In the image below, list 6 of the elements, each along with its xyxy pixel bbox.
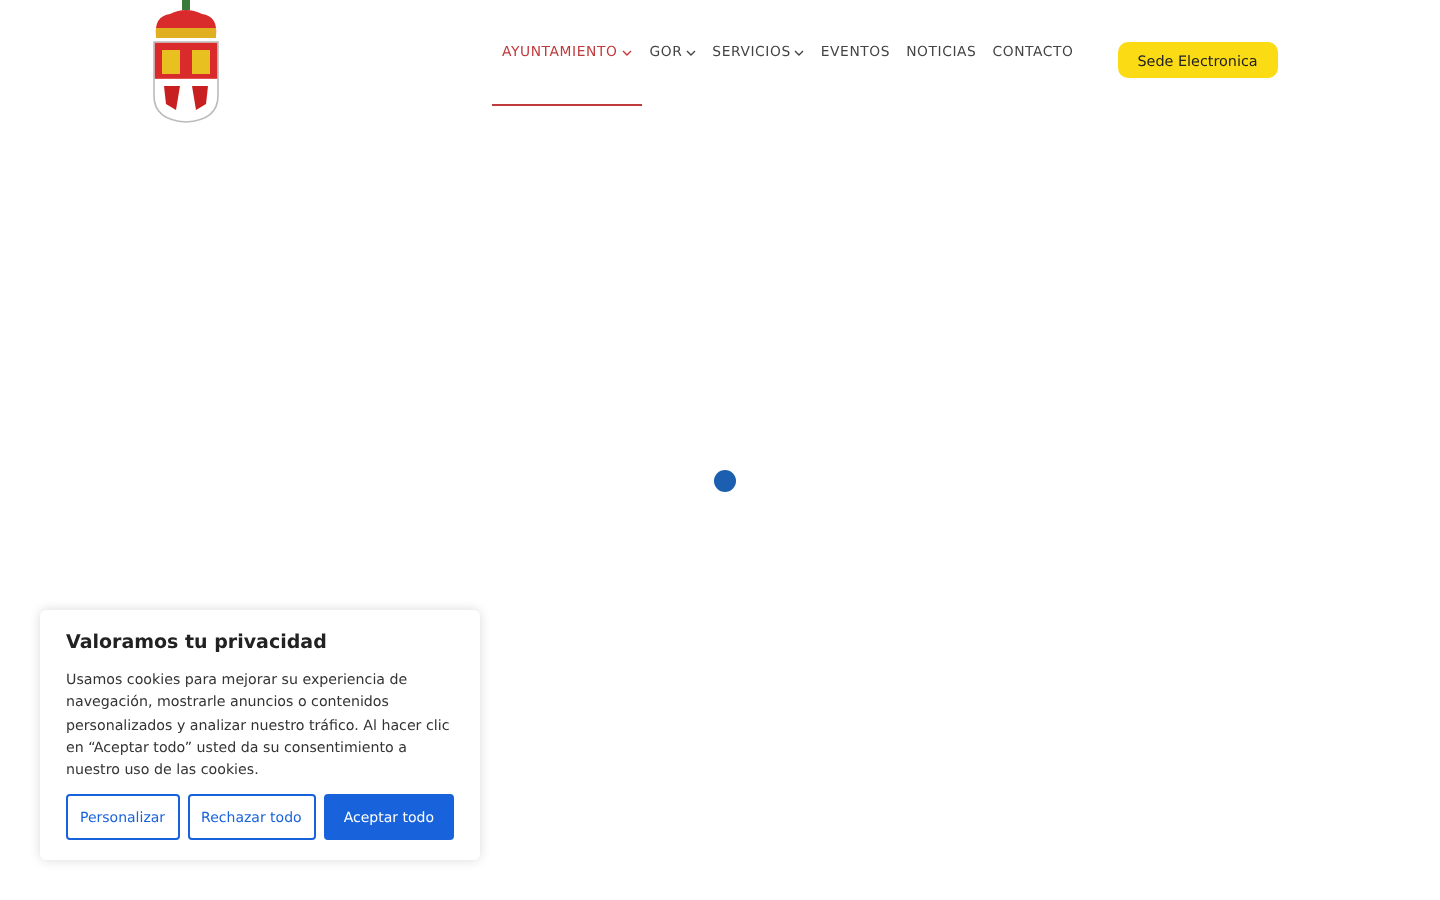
cookie-title: Valoramos tu privacidad: [66, 632, 329, 654]
chevron-down-icon: [794, 49, 805, 55]
chevron-down-icon: [621, 49, 632, 55]
loading-spinner-icon: [713, 469, 735, 491]
chevron-down-icon: [686, 49, 697, 55]
coat-of-arms-logo[interactable]: [150, 0, 222, 124]
